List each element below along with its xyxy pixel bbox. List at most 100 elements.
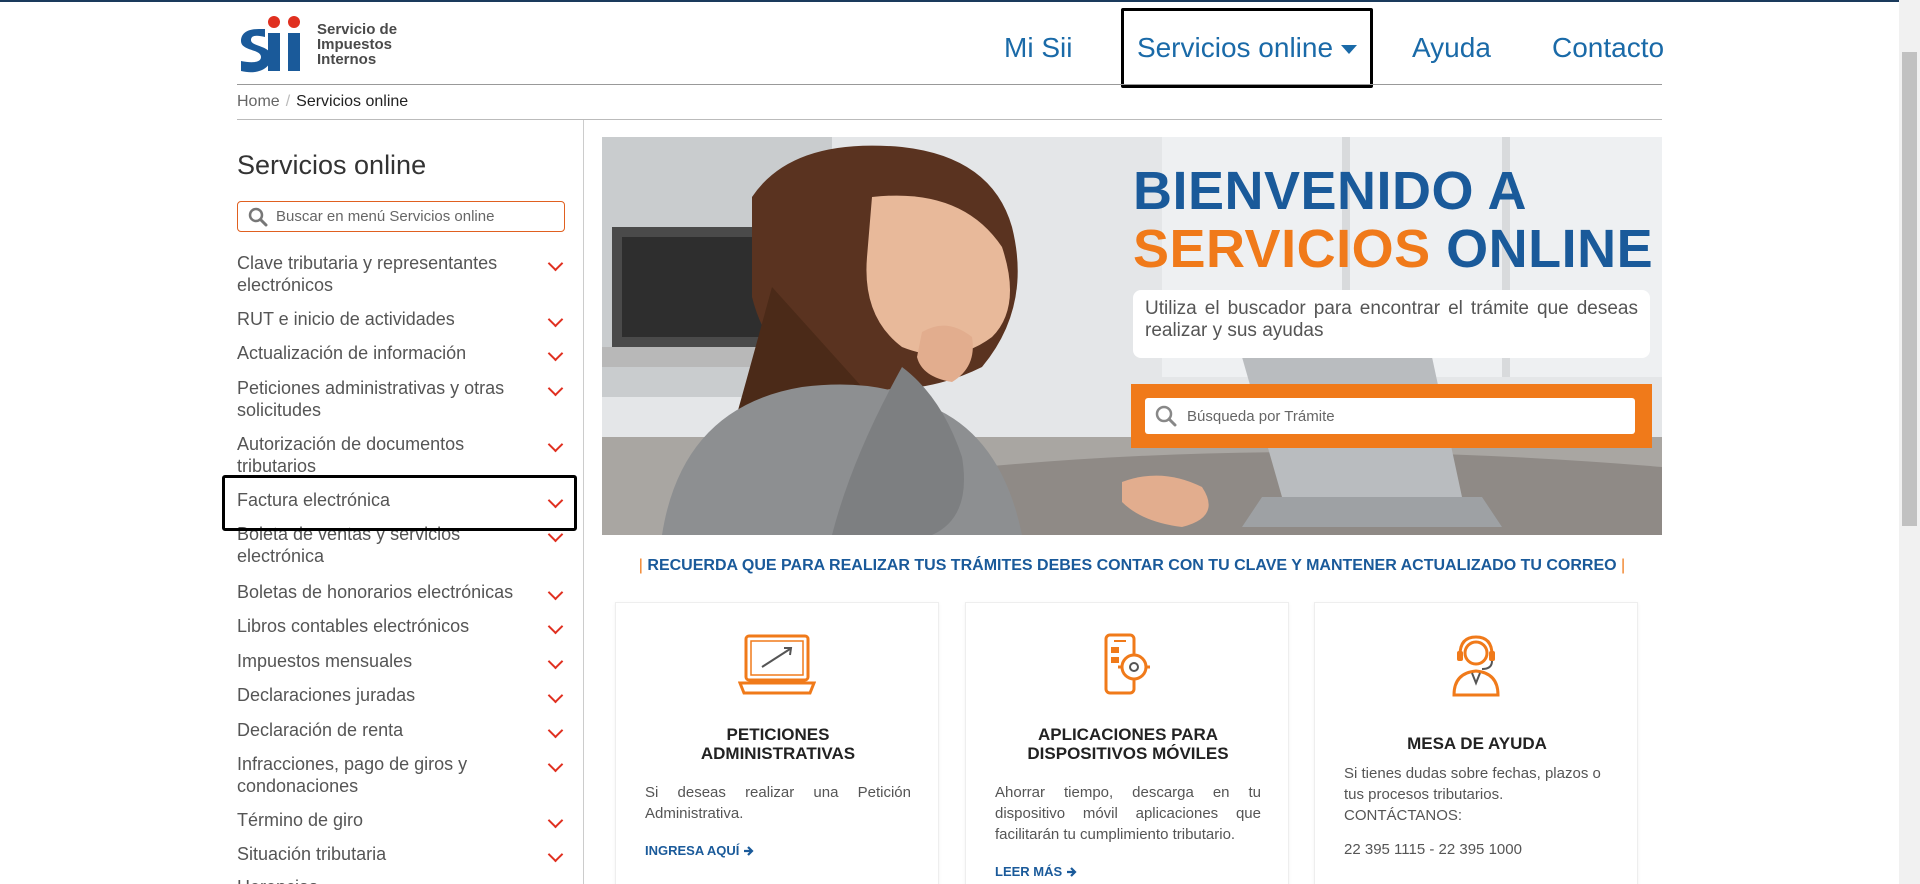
- nav-ayuda[interactable]: Ayuda: [1412, 8, 1491, 88]
- sidebar-search[interactable]: [237, 201, 565, 232]
- sidebar-item-label: Libros contables electrónicos: [237, 616, 470, 636]
- chevron-down-icon: [547, 812, 564, 829]
- sidebar-item-libros-contables[interactable]: Libros contables electrónicos: [237, 615, 567, 637]
- notice-bar-left: |: [638, 557, 643, 574]
- sidebar-item-rut[interactable]: RUT e inicio de actividades: [237, 308, 567, 330]
- notice-banner: | RECUERDA QUE PARA REALIZAR TUS TRÁMITE…: [632, 557, 1632, 575]
- sidebar-item-infracciones[interactable]: Infracciones, pago de giros y condonacio…: [237, 753, 567, 797]
- hero-title-servicios: SERVICIOS: [1133, 219, 1431, 279]
- sidebar-item-boletas-honorarios[interactable]: Boletas de honorarios electrónicas: [237, 581, 567, 603]
- sidebar-item-label: RUT e inicio de actividades: [237, 309, 455, 329]
- card-mesa-ayuda-title: MESA DE AYUDA: [1407, 734, 1547, 753]
- ingresa-aqui-label: INGRESA AQUÍ: [645, 843, 740, 858]
- header-divider: [237, 84, 1662, 85]
- sidebar-title: Servicios online: [237, 150, 427, 180]
- sidebar-divider: [583, 120, 584, 884]
- hero-search-bar: [1131, 384, 1652, 448]
- chevron-down-icon: [547, 311, 564, 328]
- sidebar-item-herencias[interactable]: Herencias: [237, 876, 567, 884]
- card-mesa-ayuda-text: Si tienes dudas sobre fechas, plazos o t…: [1344, 765, 1601, 803]
- breadcrumb-home[interactable]: Home: [237, 93, 280, 110]
- sidebar-item-label: Declaración de renta: [237, 720, 404, 740]
- caret-down-icon: [1341, 44, 1358, 54]
- breadcrumb: Home / Servicios online: [237, 93, 408, 111]
- sidebar-item-label: Boletas de honorarios electrónicas: [237, 582, 514, 602]
- sidebar-item-declaracion-renta[interactable]: Declaración de renta: [237, 719, 567, 741]
- sidebar-search-input[interactable]: [276, 208, 546, 225]
- sidebar-item-label: Herencias: [237, 876, 517, 884]
- breadcrumb-current: Servicios online: [296, 93, 409, 110]
- card-aplicaciones-title: APLICACIONES PARA DISPOSITIVOS MÓVILES: [986, 725, 1270, 763]
- top-accent-line: [0, 0, 1920, 2]
- headset-agent-icon: [1452, 635, 1500, 697]
- sidebar-item-impuestos-mensuales[interactable]: Impuestos mensuales: [237, 650, 567, 672]
- card-aplicaciones-body: Ahorrar tiempo, descarga en tu dispositi…: [995, 784, 1261, 843]
- sidebar-item-label: Peticiones administrativas y otras solic…: [237, 378, 505, 420]
- search-icon: [1155, 405, 1177, 427]
- sidebar-item-clave-tributaria[interactable]: Clave tributaria y representantes electr…: [237, 252, 567, 296]
- sidebar-item-actualizacion[interactable]: Actualización de información: [237, 342, 567, 364]
- card-title-line: ADMINISTRATIVAS: [700, 744, 856, 763]
- nav-servicios-online[interactable]: Servicios online: [1121, 8, 1373, 88]
- card-mesa-ayuda-body: Si tienes dudas sobre fechas, plazos o t…: [1344, 763, 1610, 826]
- hero-title-online: ONLINE: [1446, 219, 1654, 279]
- hero-title-line-2: SERVICIOS ONLINE: [1133, 220, 1653, 278]
- ingresa-aqui-link[interactable]: INGRESA AQUÍ: [645, 843, 755, 858]
- breadcrumb-divider: [237, 119, 1662, 120]
- chevron-down-icon: [547, 345, 564, 362]
- chevron-down-icon: [547, 618, 564, 635]
- page-scrollbar[interactable]: [1899, 0, 1920, 884]
- breadcrumb-separator: /: [285, 93, 291, 110]
- sidebar-item-label: Clave tributaria y representantes electr…: [237, 253, 498, 295]
- sidebar-item-situacion-tributaria[interactable]: Situación tributaria: [237, 843, 567, 865]
- hero-title-line-1: BIENVENIDO A: [1133, 161, 1528, 221]
- sidebar-item-label: Término de giro: [237, 810, 364, 830]
- nav-mi-sii[interactable]: Mi Sii: [1004, 8, 1072, 88]
- chevron-down-icon: [547, 584, 564, 601]
- sidebar-item-label: Autorización de documentos tributarios: [237, 434, 465, 476]
- sidebar-item-label: Infracciones, pago de giros y condonacio…: [237, 754, 468, 796]
- chevron-down-icon: [547, 756, 564, 773]
- sidebar-item-label: Impuestos mensuales: [237, 651, 413, 671]
- chevron-down-icon: [547, 436, 564, 453]
- card-peticiones-body: Si deseas realizar una Petición Administ…: [645, 784, 911, 822]
- chevron-down-icon: [547, 687, 564, 704]
- factura-electronica-highlight: [222, 475, 577, 531]
- main-nav: Mi Sii Servicios online Ayuda Contacto: [0, 8, 1920, 88]
- nav-servicios-online-label: Servicios online: [1136, 32, 1334, 63]
- sidebar-item-autorizacion[interactable]: Autorización de documentos tributarios: [237, 433, 567, 477]
- card-mesa-ayuda: MESA DE AYUDA Si tienes dudas sobre fech…: [1314, 602, 1638, 884]
- sidebar-item-label: Declaraciones juradas: [237, 685, 416, 705]
- card-aplicaciones: APLICACIONES PARA DISPOSITIVOS MÓVILES A…: [965, 602, 1289, 884]
- scrollbar-thumb[interactable]: [1902, 52, 1917, 526]
- chevron-down-icon: [547, 722, 564, 739]
- notice-text: RECUERDA QUE PARA REALIZAR TUS TRÁMITES …: [647, 557, 1617, 574]
- card-title-line: DISPOSITIVOS MÓVILES: [1027, 744, 1229, 763]
- mobile-settings-icon: [1104, 633, 1150, 695]
- chevron-down-icon: [547, 255, 564, 272]
- leer-mas-link[interactable]: LEER MÁS: [995, 864, 1078, 879]
- sidebar-item-termino-giro[interactable]: Término de giro: [237, 809, 567, 831]
- sidebar-item-declaraciones-juradas[interactable]: Declaraciones juradas: [237, 684, 567, 706]
- sidebar-item-label: Actualización de información: [237, 343, 467, 363]
- hero-search-input[interactable]: [1187, 407, 1627, 425]
- card-mesa-ayuda-contactanos: CONTÁCTANOS:: [1344, 807, 1463, 824]
- chevron-down-icon: [547, 653, 564, 670]
- chevron-down-icon: [547, 846, 564, 863]
- chevron-down-icon: [547, 879, 564, 884]
- chevron-down-icon: [547, 380, 564, 397]
- search-icon: [248, 207, 268, 226]
- hero-title: BIENVENIDO A SERVICIOS ONLINE: [1133, 162, 1653, 278]
- sidebar-item-label: Situación tributaria: [237, 844, 387, 864]
- card-title-line: PETICIONES: [726, 725, 830, 744]
- leer-mas-label: LEER MÁS: [995, 864, 1063, 879]
- notice-bar-right: |: [1621, 557, 1626, 574]
- arrow-right-icon: [744, 845, 754, 856]
- hero-search-field[interactable]: [1145, 398, 1635, 434]
- card-title-line: APLICACIONES PARA: [1037, 725, 1219, 744]
- nav-contacto[interactable]: Contacto: [1552, 8, 1664, 88]
- laptop-chart-icon: [738, 634, 816, 695]
- sidebar-item-peticiones[interactable]: Peticiones administrativas y otras solic…: [237, 377, 567, 421]
- card-peticiones-title: PETICIONES ADMINISTRATIVAS: [636, 725, 920, 763]
- hero-subtitle: Utiliza el buscador para encontrar el tr…: [1133, 290, 1650, 358]
